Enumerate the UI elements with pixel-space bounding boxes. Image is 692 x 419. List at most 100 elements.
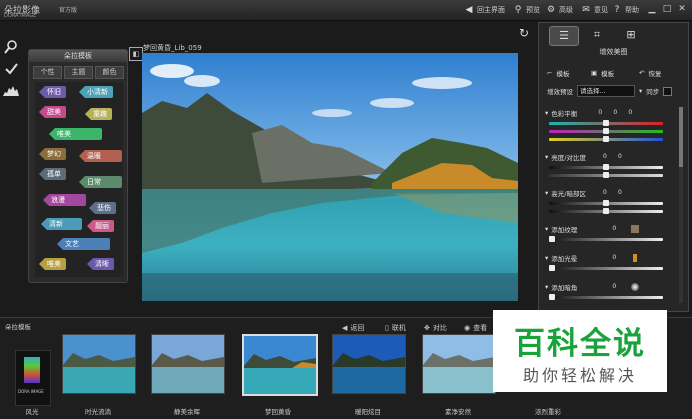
title-bar: 朵拉影像 DORA IMAGE 官方版 ◀ 回主界面 ⚲ 预览 ⚙ 高级 ✉ 意… [0, 0, 692, 21]
tag-item[interactable]: 小清新 [79, 86, 113, 98]
slider-knob[interactable] [603, 208, 609, 214]
template-thumb[interactable] [62, 334, 136, 394]
value-box[interactable]: 0 [594, 109, 606, 117]
magenta-green-slider[interactable] [549, 128, 663, 134]
halo-swatch[interactable] [633, 253, 638, 262]
tag-item[interactable]: 孤单 [39, 168, 66, 180]
tag-item[interactable]: 靓丽 [87, 220, 114, 232]
template-thumb[interactable] [422, 334, 496, 394]
main-photo[interactable] [142, 53, 518, 301]
tag-item[interactable]: 温暖 [79, 150, 122, 162]
value-box[interactable]: 0 [624, 109, 636, 117]
compare-icon[interactable]: ◧ [129, 47, 143, 61]
template-thumb-selected[interactable] [242, 334, 318, 396]
tag-item[interactable]: 唯美 [39, 258, 66, 270]
value-box[interactable]: 0 [614, 153, 626, 161]
halo-slider[interactable] [549, 265, 663, 271]
vignette-slider[interactable] [549, 294, 663, 300]
advanced-button[interactable]: ⚙ 高级 [546, 4, 573, 16]
strip-title: 朵拉模板 [5, 323, 31, 331]
vignette-header[interactable]: ▾ 添加暗角 0 [545, 281, 640, 292]
tag-item[interactable]: 清新 [41, 218, 82, 230]
maximize-icon[interactable]: □ [661, 3, 673, 15]
slider-knob[interactable] [603, 120, 609, 126]
home-button[interactable]: ◀ 回主界面 [464, 4, 505, 16]
compare-label: 对比 [432, 324, 447, 332]
tag-item[interactable]: 悲伤 [89, 202, 116, 214]
contrast-slider[interactable] [549, 172, 663, 178]
category-label: 风光 [25, 408, 39, 416]
chevron-down-icon[interactable]: ▾ [639, 87, 642, 95]
color-balance-header[interactable]: ▾ 色彩平衡 0 0 0 [545, 107, 636, 118]
tag-item[interactable]: 梦幻 [39, 148, 66, 160]
highlights-slider[interactable] [549, 200, 663, 206]
tag-item[interactable]: 浪漫 [43, 194, 86, 206]
chevron-down-icon: ▾ [545, 152, 549, 161]
slider-knob[interactable] [603, 128, 609, 134]
tag-item[interactable]: 怀旧 [39, 86, 66, 98]
tab-adjust[interactable]: ☰ [549, 26, 579, 46]
tag-item[interactable]: 甜美 [39, 106, 66, 118]
yellow-blue-slider[interactable] [549, 136, 663, 142]
preview-button[interactable]: ⚲ 预览 [513, 4, 540, 16]
texture-swatch[interactable] [631, 224, 640, 233]
cyan-red-slider[interactable] [549, 120, 663, 126]
tag-item[interactable]: 文艺 [57, 238, 110, 250]
tab-frame[interactable]: ⊞ [617, 26, 645, 44]
slider-knob[interactable] [549, 236, 555, 242]
brightness-slider[interactable] [549, 164, 663, 170]
tab-crop[interactable]: ⌗ [583, 26, 611, 44]
texture-header[interactable]: ▾ 添加纹理 0 [545, 223, 640, 234]
watermark-title: 百科全说 [514, 326, 646, 362]
highlights-shadows-header[interactable]: ▾ 高光/暗部区 0 0 [545, 187, 626, 198]
tag-item[interactable]: 清晰 [87, 258, 114, 270]
compare-button[interactable]: ✥ 对比 [424, 323, 447, 333]
tab-personality[interactable]: 个性 [33, 66, 62, 79]
template-button[interactable]: ⌐ 模板 [547, 67, 569, 79]
help-button[interactable]: ? 帮助 [612, 4, 639, 16]
slider-knob[interactable] [603, 164, 609, 170]
histogram-icon[interactable] [1, 84, 21, 102]
value-box[interactable]: 0 [599, 189, 611, 197]
value-box[interactable]: 0 [608, 283, 620, 291]
sync-checkbox[interactable] [663, 86, 673, 96]
scrollbar-thumb[interactable] [679, 107, 683, 167]
value-box[interactable]: 0 [614, 189, 626, 197]
value-box[interactable]: 0 [599, 153, 611, 161]
value-box[interactable]: 0 [609, 109, 621, 117]
preset-select[interactable]: 请选择... [577, 85, 635, 97]
template-thumb[interactable] [151, 334, 225, 394]
brightness-contrast-header[interactable]: ▾ 亮度/对比度 0 0 [545, 151, 626, 162]
magnifier-icon[interactable] [1, 40, 21, 58]
shadows-slider[interactable] [549, 208, 663, 214]
rotate-icon[interactable]: ↻ [517, 26, 531, 40]
tag-item[interactable]: 日常 [79, 176, 122, 188]
feedback-button[interactable]: ✉ 意见 [581, 4, 608, 16]
close-icon[interactable]: ✕ [676, 3, 688, 15]
halo-header[interactable]: ▾ 添加光晕 0 [545, 252, 638, 263]
slider-knob[interactable] [603, 172, 609, 178]
tag-item[interactable]: 唯美 [49, 128, 102, 140]
panel-scrollbar[interactable] [679, 107, 683, 303]
value-box[interactable]: 0 [608, 254, 620, 262]
value-box[interactable]: 0 [608, 225, 620, 233]
minimize-icon[interactable]: ▁ [646, 3, 658, 15]
slider-knob[interactable] [549, 265, 555, 271]
slider-knob[interactable] [603, 136, 609, 142]
template-thumb[interactable] [332, 334, 406, 394]
restore-button[interactable]: ↶ 恢复 [639, 67, 661, 79]
category-landscape[interactable]: DORA IMAGE [15, 350, 51, 406]
slider-knob[interactable] [603, 200, 609, 206]
slider-knob[interactable] [549, 294, 555, 300]
sync-label: 同步 [646, 88, 660, 96]
online-button[interactable]: ▯ 联机 [385, 323, 406, 333]
view-button[interactable]: ◉ 查看 [464, 323, 487, 333]
save-template-button[interactable]: ▣ 模板 [591, 67, 614, 79]
back-button[interactable]: ◀ 返回 [342, 323, 364, 333]
texture-slider[interactable] [549, 236, 663, 242]
tag-item[interactable]: 童趣 [85, 108, 112, 120]
tab-theme[interactable]: 主题 [64, 66, 93, 79]
tab-color[interactable]: 颜色 [95, 66, 124, 79]
vignette-swatch[interactable] [631, 282, 640, 291]
checkmark-icon[interactable] [1, 62, 21, 80]
